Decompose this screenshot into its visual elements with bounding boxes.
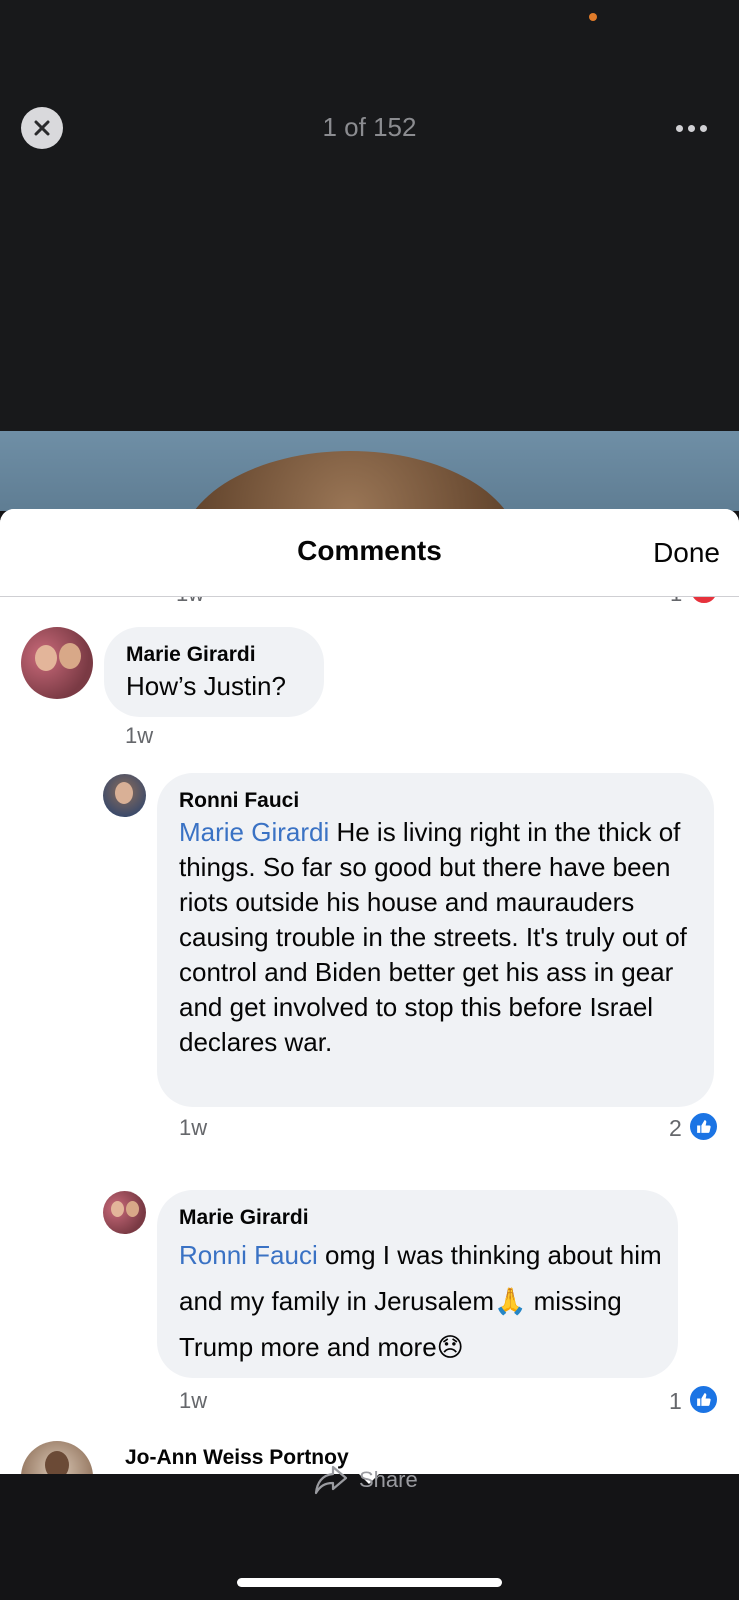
avatar[interactable] bbox=[103, 774, 146, 817]
mention-link[interactable]: Marie Girardi bbox=[179, 817, 329, 847]
comment-time: 1w bbox=[179, 1115, 208, 1140]
photo-counter: 1 of 152 bbox=[322, 112, 417, 142]
comment-author[interactable]: Ronni Fauci bbox=[179, 789, 299, 813]
share-icon bbox=[314, 1465, 348, 1495]
reaction-count: 2 bbox=[669, 1115, 682, 1141]
like-icon[interactable] bbox=[688, 1111, 719, 1142]
share-label: Share bbox=[359, 1467, 418, 1492]
photo[interactable] bbox=[0, 431, 739, 511]
avatar[interactable] bbox=[21, 627, 93, 699]
reaction-count: 1 bbox=[669, 1388, 682, 1414]
comment-text: Ronni Fauci omg I was thinking about him… bbox=[179, 1240, 662, 1362]
comment-text: How’s Justin? bbox=[126, 671, 286, 701]
comment-text: Marie Girardi He is living right in the … bbox=[179, 817, 687, 1057]
comment-time: 1w bbox=[179, 1388, 208, 1413]
media-viewer-background bbox=[0, 0, 739, 431]
comment-bubble[interactable]: Ronni Fauci Marie Girardi He is living r… bbox=[157, 773, 714, 1107]
comments-sheet: Comments Done 1w 1 Marie Girardi How’s J… bbox=[0, 509, 739, 1474]
more-dots-icon bbox=[676, 124, 683, 132]
avatar[interactable] bbox=[103, 1191, 146, 1234]
done-button[interactable]: Done bbox=[653, 537, 720, 569]
like-icon[interactable] bbox=[688, 1384, 719, 1415]
comments-header: Comments Done bbox=[0, 509, 739, 597]
comment-bubble[interactable]: Marie Girardi How’s Justin? bbox=[104, 627, 324, 717]
comment-time: 1w bbox=[125, 723, 154, 748]
home-indicator[interactable] bbox=[237, 1578, 502, 1587]
avatar[interactable] bbox=[21, 1441, 93, 1474]
comment-author[interactable]: Marie Girardi bbox=[179, 1206, 309, 1230]
share-button[interactable]: Share bbox=[313, 1458, 418, 1502]
privacy-indicator-dot bbox=[589, 13, 597, 21]
comment-bubble[interactable]: Marie Girardi Ronni Fauci omg I was thin… bbox=[157, 1190, 678, 1378]
more-options-button[interactable] bbox=[676, 118, 716, 138]
comment-author[interactable]: Marie Girardi bbox=[126, 643, 256, 667]
comments-title: Comments bbox=[297, 535, 442, 566]
mention-link[interactable]: Ronni Fauci bbox=[179, 1240, 318, 1270]
